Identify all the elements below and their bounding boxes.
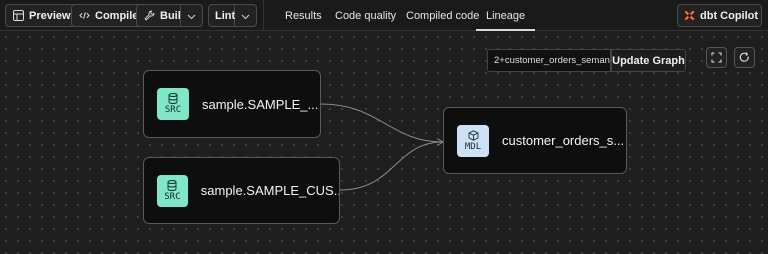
- preview-button[interactable]: Preview: [5, 4, 79, 27]
- tab-results[interactable]: Results: [285, 0, 322, 31]
- refresh-button[interactable]: [734, 47, 755, 68]
- compile-label: Compile: [95, 9, 139, 22]
- fullscreen-button[interactable]: [706, 47, 727, 68]
- badge-text: SRC: [164, 191, 181, 202]
- code-icon: [79, 10, 90, 21]
- badge-text: MDL: [464, 141, 482, 152]
- lint-dropdown-button[interactable]: [235, 4, 257, 27]
- tab-results-label: Results: [285, 9, 322, 22]
- update-graph-button[interactable]: Update Graph: [611, 49, 686, 72]
- node-label: sample.SAMPLE_CUS...: [200, 183, 339, 198]
- cube-icon: [468, 129, 479, 141]
- wrench-icon: [144, 10, 155, 21]
- model-badge: MDL: [457, 124, 489, 157]
- build-button[interactable]: Build: [136, 4, 188, 27]
- source-badge: SRC: [157, 174, 188, 207]
- database-icon: [167, 179, 177, 191]
- refresh-icon: [739, 52, 750, 63]
- database-icon: [168, 93, 178, 104]
- expand-icon: [711, 52, 722, 63]
- update-graph-label: Update Graph: [612, 54, 685, 67]
- tab-code-quality-label: Code quality: [335, 9, 397, 22]
- dbt-copilot-button[interactable]: dbt Copilot: [677, 4, 762, 27]
- tab-compiled-code-label: Compiled code: [406, 9, 480, 22]
- lineage-selector-value: 2+customer_orders_semantic: [494, 55, 611, 66]
- tab-lineage[interactable]: Lineage: [475, 0, 536, 31]
- lineage-node-model[interactable]: MDL customer_orders_s...: [443, 107, 627, 174]
- copilot-label: dbt Copilot: [700, 9, 759, 22]
- tab-lineage-label: Lineage: [486, 9, 526, 22]
- tab-compiled-code[interactable]: Compiled code: [406, 0, 479, 31]
- build-dropdown-button[interactable]: [181, 4, 203, 27]
- tab-code-quality[interactable]: Code quality: [335, 0, 396, 31]
- lineage-node-source[interactable]: SRC sample.SAMPLE_...: [143, 70, 321, 138]
- source-badge: SRC: [157, 88, 189, 120]
- node-label: sample.SAMPLE_...: [202, 96, 319, 112]
- lint-label: Lint: [215, 9, 236, 22]
- chevron-down-icon: [241, 7, 250, 25]
- table-icon: [13, 10, 24, 21]
- chevron-down-icon: [187, 7, 196, 25]
- lint-button[interactable]: Lint: [208, 4, 235, 27]
- copilot-icon: [684, 10, 695, 21]
- lineage-node-source[interactable]: SRC sample.SAMPLE_CUS...: [143, 157, 340, 224]
- lineage-selector-input[interactable]: 2+customer_orders_semantic: [487, 49, 611, 72]
- toolbar: Preview Compile Build Lint Results Code …: [0, 0, 768, 31]
- badge-text: SRC: [164, 105, 182, 115]
- node-label: customer_orders_s...: [502, 133, 625, 148]
- toolbar-divider: [263, 0, 264, 31]
- preview-label: Preview: [29, 9, 71, 22]
